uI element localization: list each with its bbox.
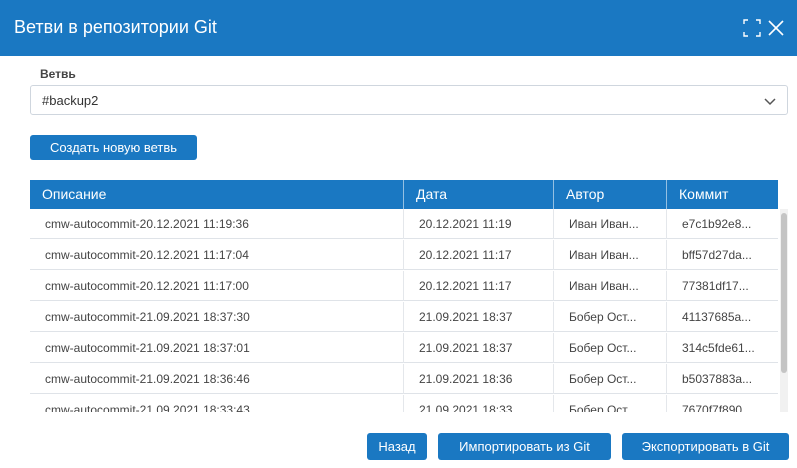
table-header: Описание Дата Автор Коммит [30, 180, 778, 209]
cell-description: cmw-autocommit-21.09.2021 18:36:46 [30, 364, 404, 394]
cell-author: Бобер Ост... [554, 395, 667, 412]
maximize-icon[interactable] [742, 18, 762, 38]
branch-field-label: Ветвь [40, 67, 76, 81]
column-header-date[interactable]: Дата [404, 180, 554, 209]
cell-date: 21.09.2021 18:33 [404, 395, 554, 412]
table-row[interactable]: cmw-autocommit-21.09.2021 18:33:43 21.09… [30, 395, 778, 412]
cell-commit: 7670f7f890... [682, 403, 753, 412]
branch-select[interactable]: #backup2 [30, 85, 788, 115]
cell-date: 20.12.2021 11:19 [404, 209, 554, 239]
close-icon[interactable] [766, 18, 786, 38]
column-header-commit[interactable]: Коммит [667, 180, 778, 209]
table-row[interactable]: cmw-autocommit-21.09.2021 18:36:46 21.09… [30, 364, 778, 394]
cell-author: Бобер Ост... [554, 333, 667, 363]
cell-description: cmw-autocommit-20.12.2021 11:17:04 [30, 240, 404, 270]
cell-description: cmw-autocommit-20.12.2021 11:19:36 [30, 209, 404, 239]
cell-date: 21.09.2021 18:36 [404, 364, 554, 394]
cell-date: 21.09.2021 18:37 [404, 333, 554, 363]
commits-table: Описание Дата Автор Коммит cmw-autocommi… [30, 180, 788, 412]
chevron-down-icon [763, 94, 777, 108]
cell-commit: 314c5fde61... [682, 341, 755, 355]
cell-author: Бобер Ост... [554, 364, 667, 394]
table-row[interactable]: cmw-autocommit-21.09.2021 18:37:30 21.09… [30, 302, 778, 332]
cell-description: cmw-autocommit-20.12.2021 11:17:00 [30, 271, 404, 301]
dialog-title: Ветви в репозитории Git [14, 17, 217, 37]
cell-commit: b5037883a... [682, 372, 753, 386]
column-header-author[interactable]: Автор [554, 180, 667, 209]
cell-author: Бобер Ост... [554, 302, 667, 332]
cell-date: 20.12.2021 11:17 [404, 271, 554, 301]
cell-date: 20.12.2021 11:17 [404, 240, 554, 270]
cell-description: cmw-autocommit-21.09.2021 18:33:43 [30, 395, 404, 412]
cell-commit: 77381df17... [682, 279, 749, 293]
column-header-description[interactable]: Описание [30, 180, 404, 209]
cell-date: 21.09.2021 18:37 [404, 302, 554, 332]
cell-description: cmw-autocommit-21.09.2021 18:37:30 [30, 302, 404, 332]
cell-commit: 41137685a... [682, 310, 752, 324]
cell-commit: e7c1b92e8... [682, 217, 752, 231]
cell-author: Иван Иван... [554, 209, 667, 239]
import-from-git-button[interactable]: Импортировать из Git [438, 433, 611, 460]
cell-author: Иван Иван... [554, 240, 667, 270]
dialog-titlebar: Ветви в репозитории Git [0, 0, 797, 56]
cell-description: cmw-autocommit-21.09.2021 18:37:01 [30, 333, 404, 363]
scrollbar-thumb[interactable] [781, 213, 787, 373]
table-row[interactable]: cmw-autocommit-20.12.2021 11:17:00 20.12… [30, 271, 778, 301]
back-button[interactable]: Назад [367, 433, 427, 460]
table-row[interactable]: cmw-autocommit-20.12.2021 11:17:04 20.12… [30, 240, 778, 270]
table-row[interactable]: cmw-autocommit-21.09.2021 18:37:01 21.09… [30, 333, 778, 363]
cell-commit: bff57d27da... [682, 248, 752, 262]
table-row[interactable]: cmw-autocommit-20.12.2021 11:19:36 20.12… [30, 209, 778, 239]
branch-select-value: #backup2 [42, 93, 99, 108]
export-to-git-button[interactable]: Экспортировать в Git [622, 433, 789, 460]
create-branch-button[interactable]: Создать новую ветвь [30, 135, 197, 160]
table-scrollbar[interactable] [780, 209, 788, 412]
cell-author: Иван Иван... [554, 271, 667, 301]
